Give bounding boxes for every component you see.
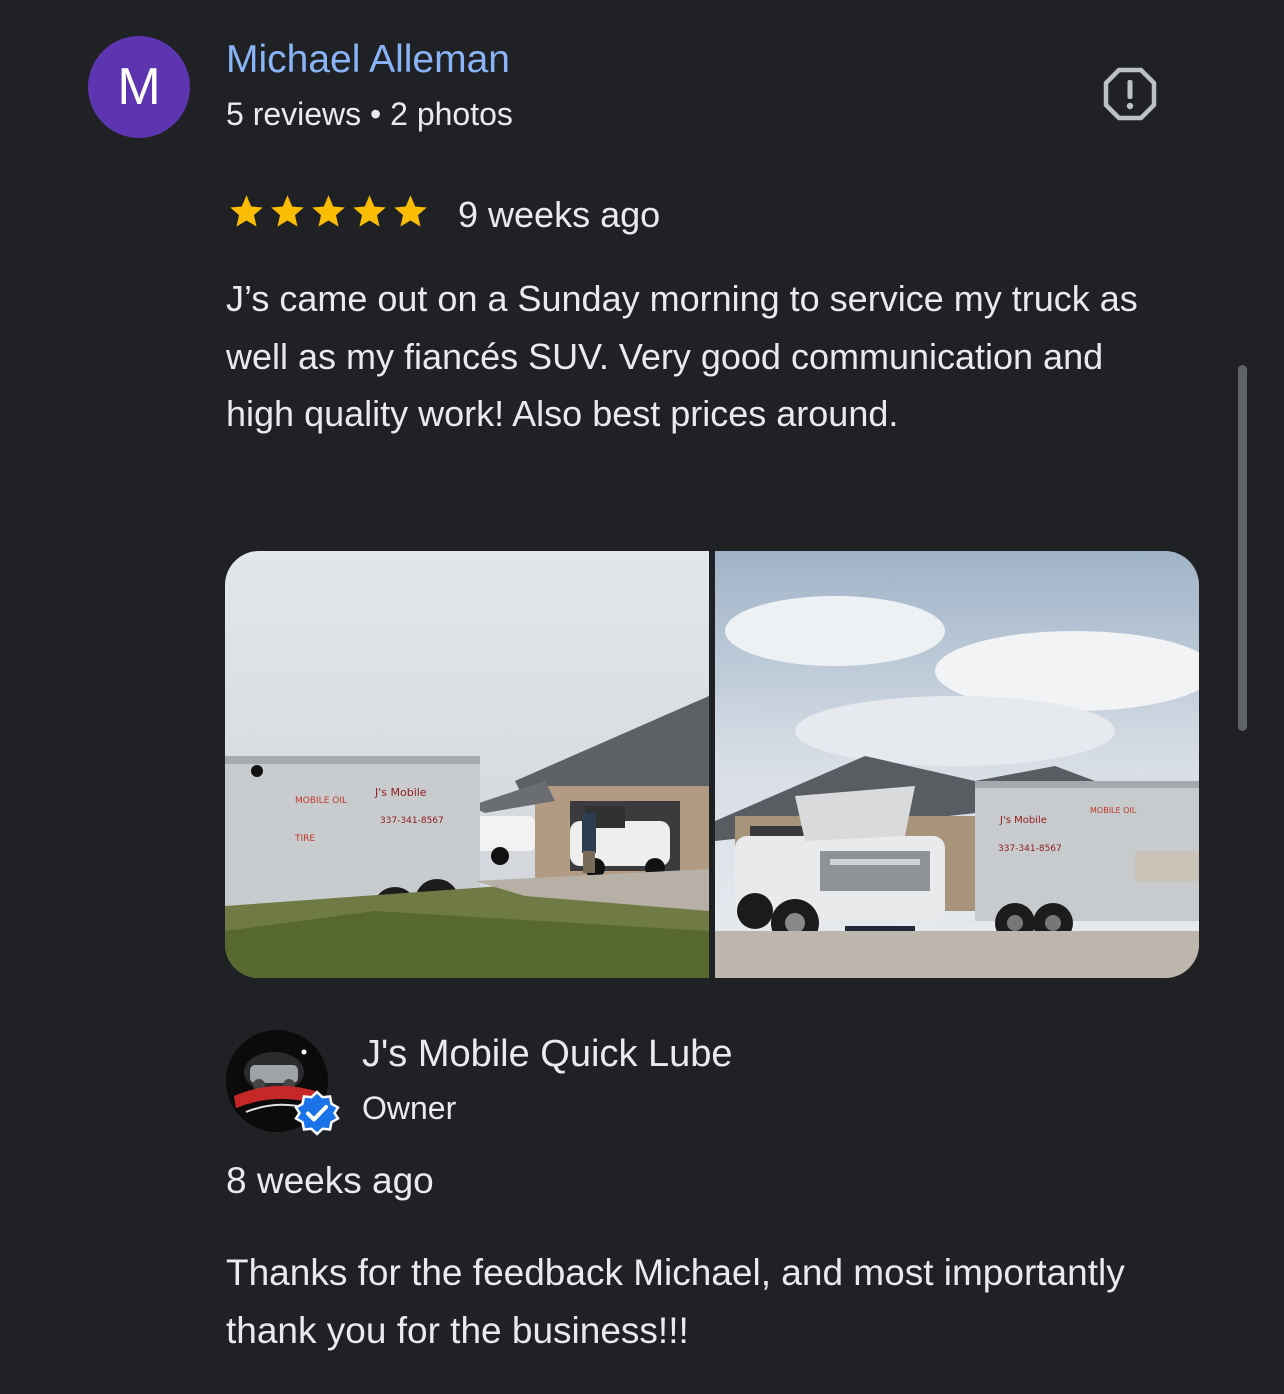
reply-date: 8 weeks ago [226, 1160, 434, 1201]
reply-text: Thanks for the feedback Michael, and mos… [226, 1252, 1125, 1351]
truck-and-trailer-photo: J's Mobile 337-341-8567 MOBILE OIL [715, 551, 1199, 978]
report-flag-icon[interactable] [1102, 66, 1158, 122]
star-rating [227, 192, 430, 231]
scrollbar[interactable] [1238, 365, 1247, 731]
svg-text:337-341-8567: 337-341-8567 [998, 844, 1062, 854]
svg-text:MOBILE OIL: MOBILE OIL [295, 796, 347, 806]
review-photo-1[interactable]: MOBILE OIL TIRE J's Mobile 337-341-8567 [225, 551, 709, 978]
star-icon [312, 195, 345, 227]
star-icon [353, 195, 386, 227]
svg-text:J's Mobile: J's Mobile [374, 786, 427, 799]
reviewer-avatar[interactable]: M [88, 36, 190, 138]
review-text: J’s came out on a Sunday morning to serv… [226, 278, 1138, 434]
review-photos: MOBILE OIL TIRE J's Mobile 337-341-8567 [225, 551, 1199, 978]
reviewer-meta: 5 reviews • 2 photos [226, 96, 513, 132]
review-date: 9 weeks ago [458, 194, 661, 235]
reviewer-name-link[interactable]: Michael Alleman [226, 38, 510, 82]
trailer-and-house-photo: MOBILE OIL TIRE J's Mobile 337-341-8567 [225, 551, 709, 978]
reviewer-initial: M [117, 58, 161, 116]
star-icon [230, 195, 263, 227]
svg-text:MOBILE OIL: MOBILE OIL [1090, 806, 1137, 815]
svg-text:TIRE: TIRE [294, 834, 315, 844]
review-photo-2[interactable]: J's Mobile 337-341-8567 MOBILE OIL [715, 551, 1199, 978]
svg-text:337-341-8567: 337-341-8567 [380, 816, 444, 826]
svg-text:J's Mobile: J's Mobile [999, 815, 1047, 826]
owner-name: J's Mobile Quick Lube [362, 1033, 733, 1075]
verified-badge-icon [294, 1090, 340, 1136]
star-icon [394, 195, 427, 227]
owner-role: Owner [362, 1090, 457, 1126]
star-icon [271, 195, 304, 227]
